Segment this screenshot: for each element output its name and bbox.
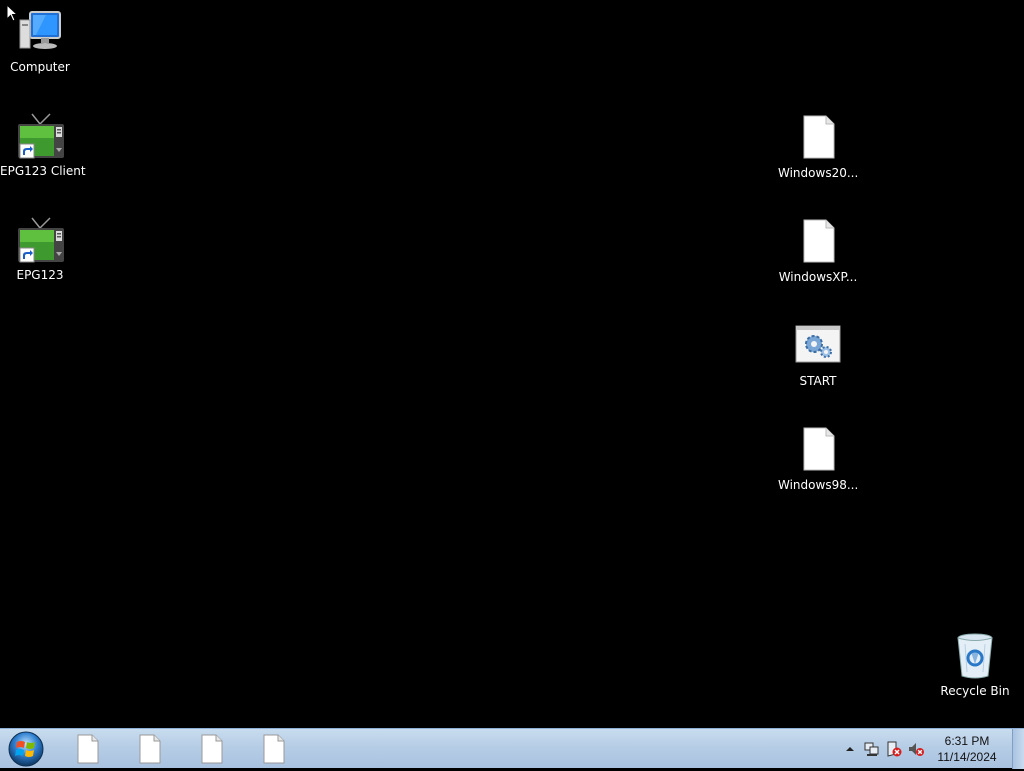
tv-shortcut-icon: [16, 216, 64, 264]
desktop-icon-epg123-client[interactable]: EPG123 Client: [0, 112, 86, 178]
batch-file-icon: [794, 322, 842, 370]
desktop-icon-windows20[interactable]: Windows20...: [778, 114, 858, 180]
blank-file-icon: [794, 426, 842, 474]
show-desktop-button[interactable]: [1012, 729, 1024, 769]
desktop-icon-label: WindowsXP...: [778, 270, 858, 284]
taskbar: 6:31 PM 11/14/2024: [0, 728, 1024, 769]
desktop-icon-label: Windows20...: [778, 166, 859, 180]
recycle-bin-icon: [951, 632, 999, 680]
blank-file-icon: [201, 734, 223, 764]
desktop-icon-label: EPG123 Client: [0, 164, 86, 178]
desktop-icon-windowsxp[interactable]: WindowsXP...: [778, 218, 858, 284]
desktop-icon-label: Computer: [10, 60, 70, 74]
taskbar-item-file-4[interactable]: [246, 733, 302, 765]
action-center-icon[interactable]: [886, 741, 902, 757]
desktop-icon-label: Recycle Bin: [940, 684, 1010, 698]
mouse-cursor-icon: [6, 3, 19, 26]
blank-file-icon: [794, 114, 842, 162]
blank-file-icon: [794, 218, 842, 266]
windows-orb-icon: [8, 731, 44, 767]
desktop-icon-label: EPG123: [16, 268, 64, 282]
taskbar-item-file-3[interactable]: [184, 733, 240, 765]
network-icon[interactable]: [864, 741, 880, 757]
notification-area: 6:31 PM 11/14/2024: [840, 729, 1024, 769]
clock-date: 11/14/2024: [937, 750, 997, 764]
volume-muted-icon[interactable]: [908, 741, 924, 757]
start-button[interactable]: [6, 731, 46, 767]
blank-file-icon: [77, 734, 99, 764]
taskbar-item-file-2[interactable]: [122, 733, 178, 765]
desktop-icon-start[interactable]: START: [778, 322, 858, 388]
clock[interactable]: 6:31 PM 11/14/2024: [932, 733, 1002, 765]
desktop-icon-label: START: [799, 374, 837, 388]
chevron-up-icon[interactable]: [842, 741, 858, 757]
clock-time: 6:31 PM: [944, 734, 990, 748]
blank-file-icon: [263, 734, 285, 764]
tv-shortcut-icon: [16, 112, 64, 160]
desktop-icon-label: Windows98...: [778, 478, 859, 492]
taskbar-item-file-1[interactable]: [60, 733, 116, 765]
desktop-icon-epg123[interactable]: EPG123: [0, 216, 80, 282]
desktop: Computer EPG123 Client EPG123 Windows20.…: [0, 0, 1024, 728]
desktop-icon-recycle-bin[interactable]: Recycle Bin: [935, 632, 1015, 698]
computer-icon: [16, 8, 64, 56]
desktop-icon-windows98[interactable]: Windows98...: [778, 426, 858, 492]
blank-file-icon: [139, 734, 161, 764]
